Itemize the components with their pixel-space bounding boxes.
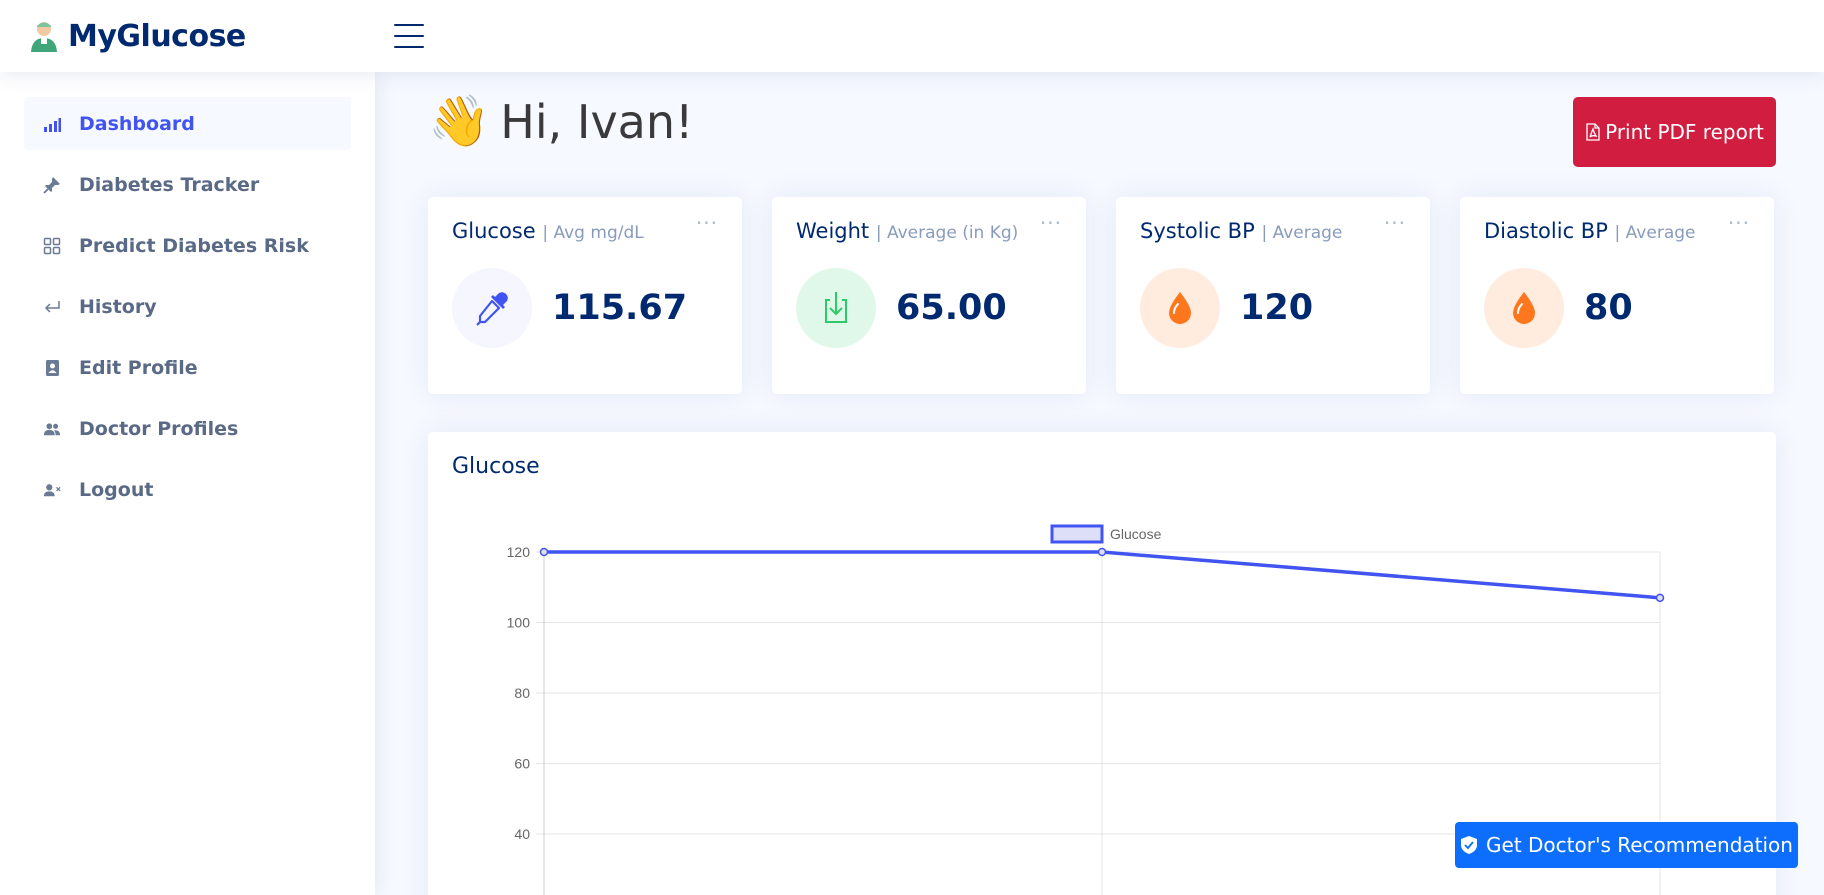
top-header: MyGlucose xyxy=(0,0,1824,72)
sidebar-item-label: Logout xyxy=(79,478,154,501)
app-logo[interactable]: MyGlucose xyxy=(26,18,376,54)
waving-hand-icon: 👋 xyxy=(428,92,491,150)
card-title-text: Glucose xyxy=(452,219,536,243)
shield-check-icon xyxy=(1461,836,1478,854)
sidebar-item-logout[interactable]: Logout xyxy=(24,463,351,516)
data-point xyxy=(1655,593,1665,603)
print-pdf-label: Print PDF report xyxy=(1605,120,1764,144)
more-options-icon[interactable]: ··· xyxy=(1384,211,1406,235)
card-title: Weight | Average (in Kg) xyxy=(796,219,1062,243)
print-pdf-button[interactable]: Print PDF report xyxy=(1573,97,1776,167)
y-tick-label: 120 xyxy=(507,544,531,560)
droplet-icon xyxy=(1484,268,1564,348)
main-content: 👋 Hi, Ivan! Print PDF report Glucose | A… xyxy=(375,72,1824,895)
more-options-icon[interactable]: ··· xyxy=(696,211,718,235)
more-options-icon[interactable]: ··· xyxy=(1040,211,1062,235)
card-title: Systolic BP | Average xyxy=(1140,219,1406,243)
sidebar-item-label: Predict Diabetes Risk xyxy=(79,234,309,257)
pin-icon xyxy=(42,175,62,195)
sidebar-item-edit-profile[interactable]: Edit Profile xyxy=(24,341,351,394)
legend-swatch xyxy=(1050,524,1104,544)
download-icon xyxy=(796,268,876,348)
sidebar-item-label: Doctor Profiles xyxy=(79,417,239,440)
sidebar-item-diabetes-tracker[interactable]: Diabetes Tracker xyxy=(24,158,351,211)
glucose-card: Glucose | Avg mg/dL ··· 115.67 xyxy=(428,197,742,394)
card-title-text: Diastolic BP xyxy=(1484,219,1608,243)
page-title: 👋 Hi, Ivan! xyxy=(428,92,693,151)
greeting-row: 👋 Hi, Ivan! Print PDF report xyxy=(428,72,1776,197)
data-point xyxy=(1097,547,1107,557)
doctor-recommendation-label: Get Doctor's Recommendation xyxy=(1486,833,1793,857)
bar-chart-icon xyxy=(42,114,62,134)
card-title: Glucose | Avg mg/dL xyxy=(452,219,718,243)
more-options-icon[interactable]: ··· xyxy=(1728,211,1750,235)
y-tick-label: 100 xyxy=(507,615,531,631)
data-point xyxy=(539,547,549,557)
sidebar: Dashboard Diabetes Tracker Predict Diabe… xyxy=(0,72,375,895)
greeting-text: Hi, Ivan! xyxy=(500,94,694,149)
card-value: 65.00 xyxy=(896,288,1007,328)
systolic-bp-card: Systolic BP | Average ··· 120 xyxy=(1116,197,1430,394)
app-title: MyGlucose xyxy=(68,18,246,54)
user-remove-icon xyxy=(42,480,62,500)
sidebar-item-predict-diabetes-risk[interactable]: Predict Diabetes Risk xyxy=(24,219,351,272)
card-subtitle: | Average xyxy=(1261,223,1343,243)
people-icon xyxy=(42,419,62,439)
sidebar-item-doctor-profiles[interactable]: Doctor Profiles xyxy=(24,402,351,455)
sidebar-item-label: Diabetes Tracker xyxy=(79,173,260,196)
sidebar-item-dashboard[interactable]: Dashboard xyxy=(24,97,351,150)
card-title: Diastolic BP | Average xyxy=(1484,219,1750,243)
file-pdf-icon xyxy=(1586,123,1600,141)
y-tick-label: 40 xyxy=(514,826,530,842)
card-subtitle: | Avg mg/dL xyxy=(542,223,644,243)
card-value: 80 xyxy=(1584,288,1633,328)
contact-card-icon xyxy=(42,358,62,378)
menu-toggle-icon[interactable] xyxy=(394,24,424,48)
sidebar-item-label: Edit Profile xyxy=(79,356,198,379)
sidebar-item-label: History xyxy=(79,295,157,318)
doctor-avatar-icon xyxy=(31,22,57,52)
return-arrow-icon xyxy=(42,297,62,317)
sidebar-item-label: Dashboard xyxy=(79,112,195,135)
y-tick-label: 80 xyxy=(514,685,530,701)
eyedropper-icon xyxy=(452,268,532,348)
card-subtitle: | Average xyxy=(1614,223,1696,243)
card-subtitle: | Average (in Kg) xyxy=(875,223,1019,243)
weight-card: Weight | Average (in Kg) ··· 65.00 xyxy=(772,197,1086,394)
droplet-icon xyxy=(1140,268,1220,348)
summary-cards: Glucose | Avg mg/dL ··· 115.67 Weight | … xyxy=(428,197,1776,394)
diastolic-bp-card: Diastolic BP | Average ··· 80 xyxy=(1460,197,1774,394)
card-value: 120 xyxy=(1240,288,1314,328)
grid-icon xyxy=(42,236,62,256)
doctor-recommendation-button[interactable]: Get Doctor's Recommendation xyxy=(1455,822,1798,868)
card-title-text: Systolic BP xyxy=(1140,219,1255,243)
card-value: 115.67 xyxy=(552,288,688,328)
sidebar-item-history[interactable]: History xyxy=(24,280,351,333)
legend-label: Glucose xyxy=(1110,526,1162,542)
card-title-text: Weight xyxy=(796,219,870,243)
y-tick-label: 60 xyxy=(514,756,530,772)
